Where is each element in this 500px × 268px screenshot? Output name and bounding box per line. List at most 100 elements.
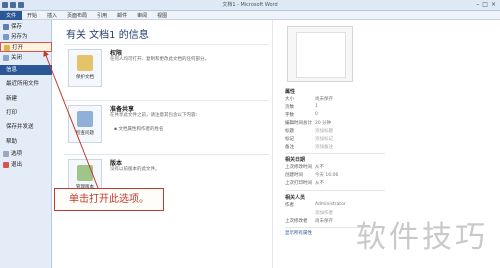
property-key: 编辑时间总计 bbox=[285, 121, 312, 126]
nav-save-send[interactable]: 保存并发送 bbox=[0, 122, 52, 132]
check-issues-button[interactable]: 检查问题 bbox=[68, 105, 102, 143]
nav-open-label: 打开 bbox=[12, 45, 24, 51]
exit-icon bbox=[3, 162, 9, 168]
date-key: 上次修改时间 bbox=[285, 165, 312, 170]
prepare-description: 在共享此文件之前，请注意其包含以下内容： bbox=[110, 113, 200, 118]
nav-exit[interactable]: 退出 bbox=[0, 160, 52, 170]
nav-open[interactable]: 打开 bbox=[0, 42, 52, 52]
lock-icon bbox=[77, 55, 93, 71]
tab-references[interactable]: 引用 bbox=[92, 11, 112, 20]
nav-save[interactable]: 保存 bbox=[0, 22, 52, 32]
property-key: 标题 bbox=[285, 129, 294, 134]
info-panel: 有关 文档1 的信息 保护文档 权限 任何人均可打开、复制和更改此文档的任何部分… bbox=[52, 20, 272, 268]
tab-insert[interactable]: 插入 bbox=[42, 11, 62, 20]
nav-help-label: 帮助 bbox=[6, 139, 18, 145]
nav-print[interactable]: 打印 bbox=[0, 108, 52, 118]
property-key: 大小 bbox=[285, 97, 294, 102]
people-value: 尚未保存 bbox=[315, 219, 333, 224]
date-value: 从不 bbox=[315, 165, 324, 170]
property-row: 备注 添加备注 bbox=[285, 144, 395, 151]
window-title: 文档1 - Microsoft Word bbox=[222, 2, 278, 8]
nav-exit-label: 退出 bbox=[11, 162, 23, 168]
title-field[interactable]: 添加标题 bbox=[315, 128, 333, 134]
tab-mailings[interactable]: 邮件 bbox=[112, 11, 132, 20]
show-all-properties-link[interactable]: 显示所有属性 bbox=[285, 230, 312, 236]
tab-file[interactable]: 文件 bbox=[0, 11, 23, 20]
property-key: 标记 bbox=[285, 137, 294, 142]
property-row: 大小 尚未保存 bbox=[285, 96, 395, 103]
options-icon bbox=[3, 151, 9, 157]
page-title: 有关 文档1 的信息 bbox=[66, 30, 149, 41]
nav-recent-label: 最近所用文件 bbox=[6, 81, 40, 87]
property-value: 0 bbox=[315, 112, 318, 117]
tab-home[interactable]: 开始 bbox=[22, 11, 42, 20]
tags-field[interactable]: 添加标记 bbox=[315, 136, 333, 142]
versions-description: 没有以前版本的此文件。 bbox=[110, 167, 160, 172]
save-icon bbox=[3, 24, 9, 30]
close-document-icon bbox=[3, 55, 9, 61]
close-icon[interactable]: × bbox=[491, 1, 496, 8]
property-value: 1 bbox=[315, 104, 318, 109]
watermark: 软件技巧 bbox=[356, 220, 488, 255]
permissions-heading: 权限 bbox=[110, 50, 123, 57]
nav-options-label: 选项 bbox=[11, 151, 23, 157]
tab-view[interactable]: 视图 bbox=[152, 11, 172, 20]
divider bbox=[285, 153, 385, 154]
people-heading: 相关人员 bbox=[285, 195, 306, 201]
property-value: 20 分钟 bbox=[315, 121, 332, 126]
property-row: 标记 添加标记 bbox=[285, 136, 395, 143]
date-row: 上次修改时间 从不 bbox=[285, 164, 395, 171]
nav-print-label: 打印 bbox=[6, 110, 18, 116]
property-key: 页数 bbox=[285, 105, 294, 110]
people-key: 上次修改者 bbox=[285, 219, 308, 224]
date-value: 今天 16:06 bbox=[315, 173, 339, 178]
add-author-field[interactable]: 添加作者 bbox=[315, 210, 333, 216]
nav-recent[interactable]: 最近所用文件 bbox=[0, 79, 52, 89]
people-row: 作者 Administrator bbox=[285, 202, 395, 209]
nav-info[interactable]: 信息 bbox=[0, 65, 52, 75]
date-row: 上次打印时间 从不 bbox=[285, 180, 395, 187]
versions-icon bbox=[77, 165, 93, 181]
thumbnail-page bbox=[296, 32, 346, 78]
divider bbox=[64, 100, 269, 101]
properties-heading[interactable]: 属性 bbox=[285, 88, 295, 95]
tab-review[interactable]: 审阅 bbox=[132, 11, 152, 20]
prepare-section: 检查问题 准备共享 在共享此文件之前，请注意其包含以下内容： ▪ 文档属性和作者… bbox=[64, 100, 269, 150]
protect-document-button[interactable]: 保护文档 bbox=[68, 49, 102, 87]
nav-options[interactable]: 选项 bbox=[0, 149, 52, 159]
dates-heading: 相关日期 bbox=[285, 157, 306, 163]
date-key: 创建时间 bbox=[285, 173, 303, 178]
date-row: 创建时间 今天 16:06 bbox=[285, 172, 395, 179]
divider bbox=[64, 154, 269, 155]
property-key: 备注 bbox=[285, 145, 294, 150]
nav-new-label: 新建 bbox=[6, 96, 18, 102]
people-key: 作者 bbox=[285, 203, 294, 208]
divider bbox=[64, 44, 269, 45]
author-name[interactable]: Administrator bbox=[315, 202, 346, 207]
nav-close[interactable]: 关闭 bbox=[0, 53, 52, 63]
divider bbox=[285, 190, 385, 191]
check-issues-label: 检查问题 bbox=[76, 131, 94, 136]
nav-info-label: 信息 bbox=[6, 67, 18, 73]
property-row: 页数 1 bbox=[285, 104, 395, 111]
nav-help[interactable]: 帮助 bbox=[0, 137, 52, 147]
maximize-icon[interactable]: □ bbox=[482, 1, 488, 8]
tab-page-layout[interactable]: 页面布局 bbox=[62, 11, 92, 20]
property-value: 尚未保存 bbox=[315, 97, 333, 102]
comments-field[interactable]: 添加备注 bbox=[315, 144, 333, 150]
nav-save-send-label: 保存并发送 bbox=[6, 124, 34, 130]
inspect-document-icon bbox=[77, 111, 93, 127]
property-key: 字数 bbox=[285, 113, 294, 118]
nav-save-as[interactable]: 另存为 bbox=[0, 32, 52, 42]
permissions-description: 任何人均可打开、复制和更改此文档的任何部分。 bbox=[110, 57, 209, 62]
minimize-icon[interactable]: – bbox=[476, 1, 479, 8]
permissions-section: 保护文档 权限 任何人均可打开、复制和更改此文档的任何部分。 bbox=[64, 44, 269, 94]
property-row: 标题 添加标题 bbox=[285, 128, 395, 135]
nav-new[interactable]: 新建 bbox=[0, 94, 52, 104]
backstage-nav: 保存 另存为 打开 关闭 信息 最近所用文件 新建 打印 保存并发送 帮助 选项… bbox=[0, 20, 52, 268]
protect-document-label: 保护文档 bbox=[76, 75, 94, 80]
property-row: 编辑时间总计 20 分钟 bbox=[285, 120, 395, 127]
nav-save-as-label: 另存为 bbox=[11, 34, 28, 40]
prepare-heading: 准备共享 bbox=[110, 106, 135, 113]
date-key: 上次打印时间 bbox=[285, 181, 312, 186]
